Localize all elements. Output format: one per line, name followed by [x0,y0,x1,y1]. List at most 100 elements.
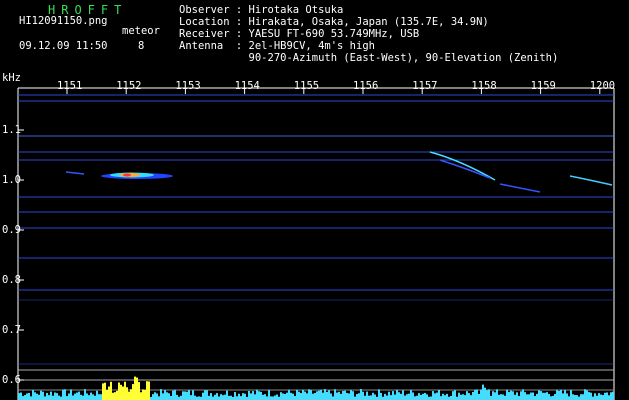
noise-bar [262,394,264,400]
noise-bar [538,390,540,400]
noise-bar [378,389,380,400]
noise-bar [70,389,72,400]
noise-bar [502,394,504,400]
noise-bar [356,394,358,400]
noise-bar [592,396,594,400]
noise-bar [554,393,556,400]
noise-bar [214,394,216,400]
noise-bar [460,394,462,400]
noise-bar [550,396,552,400]
noise-bar [334,389,336,400]
noise-bar [20,392,22,400]
noise-bar [386,395,388,400]
noise-bar [42,391,44,400]
noise-bar [24,395,26,400]
noise-bar [46,393,48,400]
noise-bar [572,394,574,400]
noise-bar [482,384,484,400]
noise-bar [190,395,192,400]
noise-bar [526,394,528,400]
noise-bar [528,394,530,400]
noise-bar [436,392,438,400]
noise-bar [604,392,606,400]
noise-bar [242,393,244,400]
noise-bar [74,393,76,400]
noise-bar [426,394,428,400]
noise-bar [500,394,502,400]
noise-bar [396,389,398,400]
noise-bar [458,392,460,400]
noise-bar [274,395,276,400]
noise-bar [600,394,602,400]
noise-bar [348,393,350,400]
noise-bar [174,389,176,400]
noise-bar [444,395,446,400]
noise-bar [142,389,144,400]
noise-bar [372,392,374,400]
noise-bar [450,395,452,400]
x-tick-label: 1151 [57,80,83,92]
noise-bar [292,393,294,400]
noise-bar [176,394,178,400]
noise-bar [596,395,598,400]
noise-bar [128,391,130,400]
noise-bar [38,394,40,400]
noise-bar [360,389,362,400]
noise-bar [542,392,544,400]
noise-bar [416,395,418,400]
noise-bar [418,393,420,400]
noise-bar [576,395,578,400]
noise-bar [566,393,568,400]
noise-bar [102,383,104,400]
noise-bar [570,389,572,400]
noise-bar [288,389,290,400]
noise-bar [476,389,478,400]
noise-bar [404,395,406,400]
noise-bar [394,394,396,400]
noise-bar [72,395,74,400]
noise-bar [350,389,352,400]
noise-bar [300,393,302,400]
noise-bar [252,391,254,400]
noise-bar [530,392,532,400]
noise-bar [472,391,474,400]
noise-bar [328,390,330,400]
y-tick-label: 1.0 [2,174,21,186]
noise-bar [148,381,150,400]
noise-bar [154,392,156,400]
noise-bar [182,391,184,400]
noise-bar [126,387,128,400]
noise-bar [58,395,60,400]
y-tick-marks [18,129,24,381]
noise-bar [92,394,94,400]
y-tick-label: 0.9 [2,224,21,236]
noise-bar [114,392,116,400]
noise-bar [358,393,360,400]
noise-bar [406,394,408,400]
noise-bar [316,391,318,400]
noise-bar [28,392,30,400]
noise-bar [366,391,368,400]
noise-bar [260,391,262,400]
noise-bar [158,396,160,400]
noise-bar [216,393,218,400]
noise-bar [582,394,584,400]
noise-bar [270,396,272,400]
noise-bar [412,392,414,400]
noise-bar [574,395,576,400]
noise-bar [280,392,282,400]
noise-bar [286,392,288,400]
noise-bar [610,392,612,400]
noise-bar [518,395,520,400]
noise-bar [304,391,306,400]
noise-bar [468,393,470,400]
noise-bar [104,382,106,400]
noise-bar [594,393,596,400]
y-tick-label: 0.6 [2,374,21,386]
noise-bar [510,390,512,400]
noise-bar [464,395,466,400]
noise-bar [556,389,558,400]
noise-bar [344,390,346,400]
noise-bar [324,389,326,400]
noise-bar [136,377,138,400]
